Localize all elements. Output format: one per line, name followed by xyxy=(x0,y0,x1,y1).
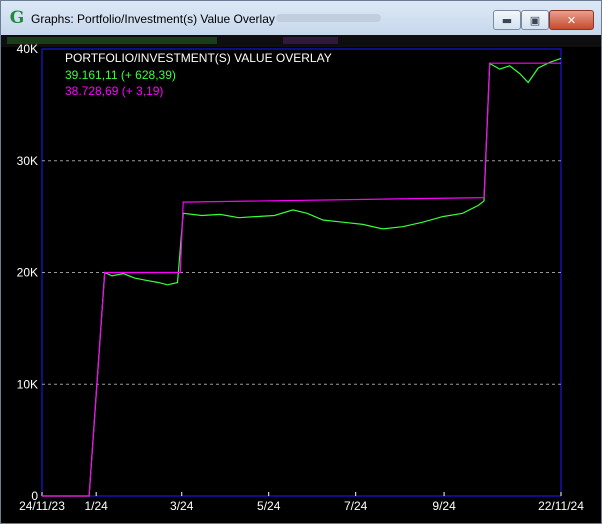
graph-window: G Graphs: Portfolio/Investment(s) Value … xyxy=(0,0,602,524)
value-overlay-chart: 010K20K30K40K24/11/23 1/24 3/24 5/24 7/24 9/2… xyxy=(17,42,585,513)
x-tick-label: 9/24 xyxy=(432,499,456,513)
chart-title: PORTFOLIO/INVESTMENT(S) VALUE OVERLAY xyxy=(65,51,332,65)
legend-entry-2: 38.728,69 (+ 3,19) xyxy=(65,84,163,98)
series-line-2 xyxy=(42,62,561,497)
x-tick-label: 5/24 xyxy=(257,499,281,513)
x-tick-label: 7/24 xyxy=(344,499,368,513)
series-line-1 xyxy=(42,57,562,497)
x-tick-label: 1/24 xyxy=(85,499,109,513)
x-tick-label: 24/11/23 xyxy=(19,499,65,513)
y-tick-label: 30K xyxy=(17,154,38,168)
y-tick-label: 20K xyxy=(17,266,38,280)
y-tick-label: 40K xyxy=(17,42,38,56)
legend-entry-1: 39.161,11 (+ 628,39) xyxy=(65,68,176,82)
x-tick-label: 3/24 xyxy=(170,499,194,513)
y-tick-label: 10K xyxy=(17,377,38,391)
x-tick-label: 22/11/24 xyxy=(538,499,584,513)
